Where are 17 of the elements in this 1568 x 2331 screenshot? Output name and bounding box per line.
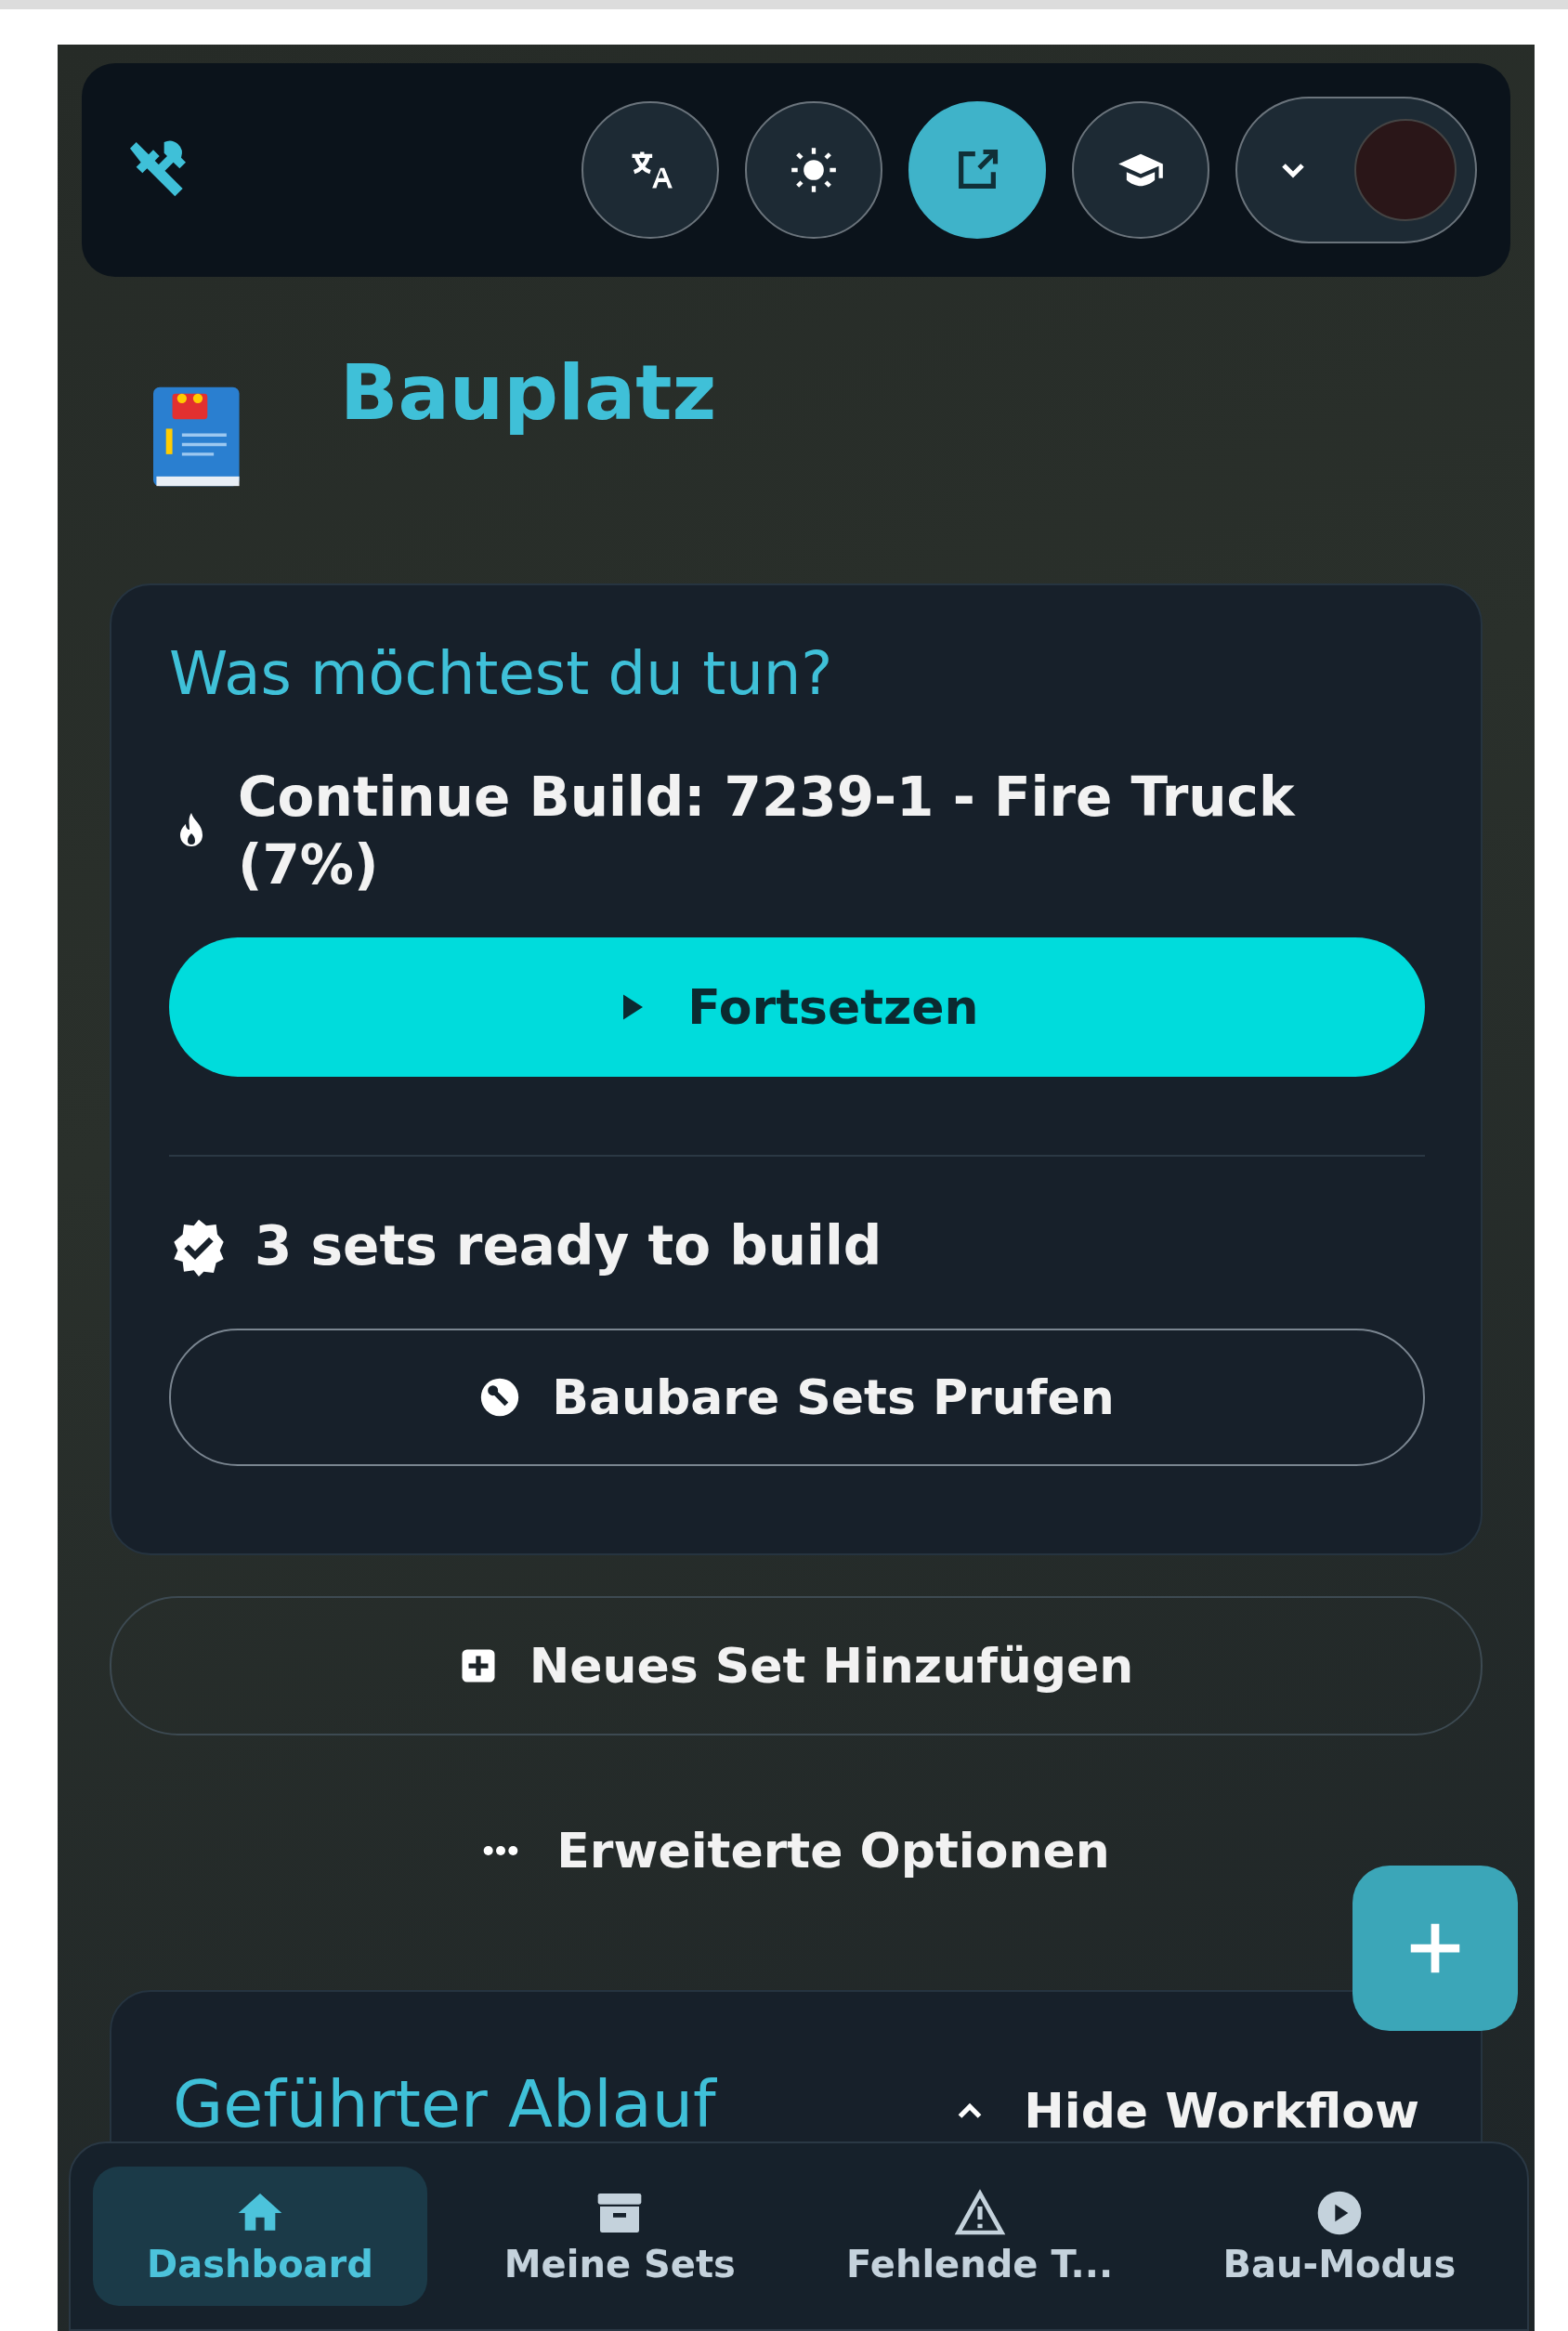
card-heading: Was möchtest du tun? xyxy=(169,641,834,707)
page-title: Bauplatz xyxy=(340,351,717,436)
card-heading: Geführter Ablauf xyxy=(173,2066,716,2142)
continue-button[interactable]: Fortsetzen xyxy=(169,937,1425,1078)
nav-tab[interactable]: Meine Sets xyxy=(452,2167,788,2306)
add-fab-button[interactable] xyxy=(1352,1866,1518,2031)
nav-tab[interactable]: Bau-Modus xyxy=(1172,2167,1507,2306)
add-set-button[interactable]: Neues Set Hinzufügen xyxy=(110,1596,1483,1735)
continue-build-text: Continue Build: 7239-1 - Fire Truck (7%) xyxy=(238,765,1297,898)
nav-tab[interactable]: Fehlende T... xyxy=(812,2167,1147,2306)
sun-icon xyxy=(790,146,838,194)
hide-workflow-button[interactable]: Hide Workflow xyxy=(947,2082,1425,2140)
check-sets-button[interactable]: Baubare Sets Prufen xyxy=(169,1328,1425,1466)
nav-tab[interactable]: Dashboard xyxy=(93,2167,427,2306)
ready-sets-text: 3 sets ready to build xyxy=(255,1213,882,1280)
wrench-icon xyxy=(479,1376,521,1418)
advanced-options-button[interactable]: Erweiterte Optionen xyxy=(464,1814,1129,1888)
